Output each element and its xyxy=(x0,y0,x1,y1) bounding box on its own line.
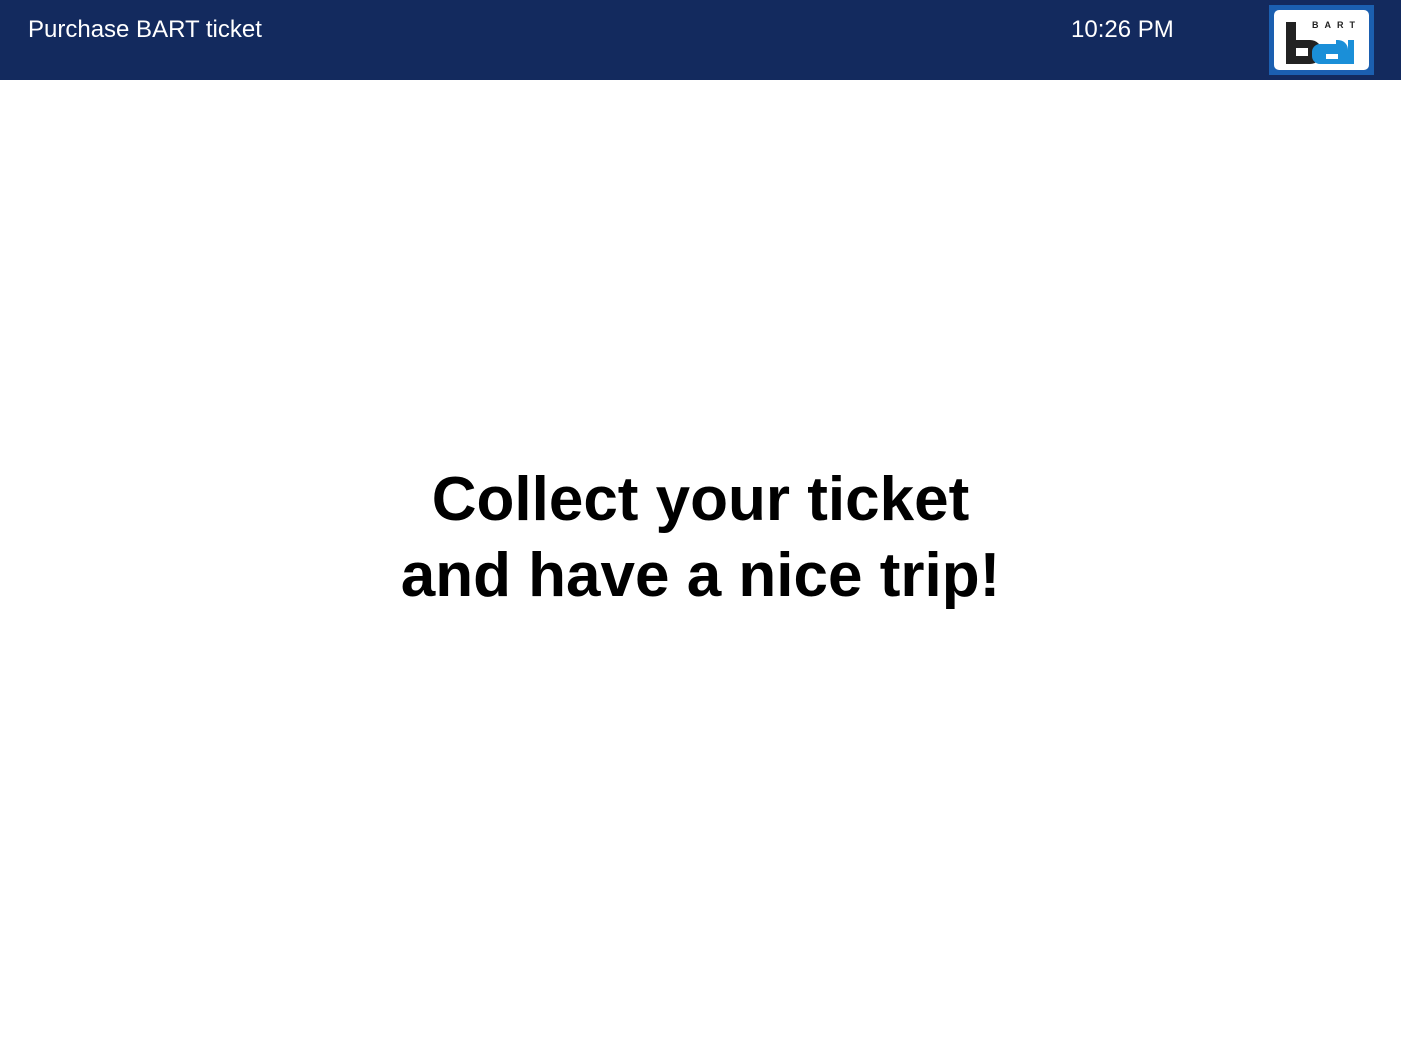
app-title: Purchase BART ticket xyxy=(28,16,262,43)
completion-message: Collect your ticket and have a nice trip… xyxy=(0,462,1401,614)
bart-logo-icon: BART xyxy=(1269,5,1374,75)
top-bar: Purchase BART ticket 10:26 PM BART xyxy=(0,0,1401,80)
bart-logo-graphic: BART xyxy=(1286,20,1361,64)
message-line-2: and have a nice trip! xyxy=(400,541,1001,610)
clock-time: 10:26 PM xyxy=(1071,16,1174,43)
logo-letters: BART xyxy=(1312,20,1361,30)
logo-badge: BART xyxy=(1274,10,1369,70)
message-line-1: Collect your ticket xyxy=(431,465,970,534)
